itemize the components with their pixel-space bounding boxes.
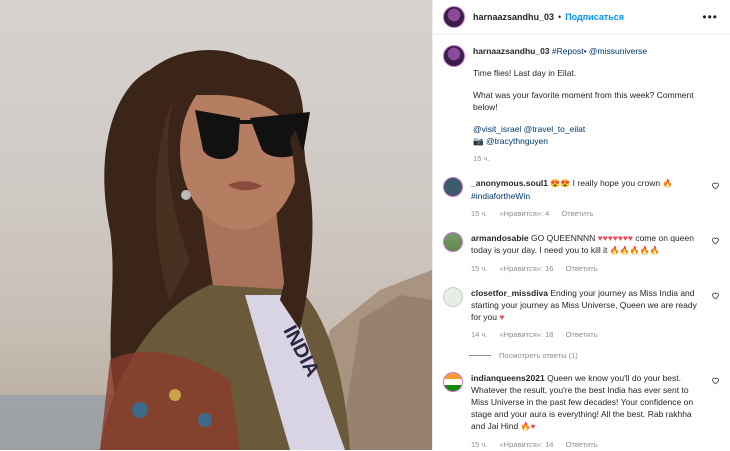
comment-hashtag[interactable]: #indiafortheWin: [471, 191, 530, 201]
commenter-username[interactable]: armandosabie: [471, 233, 529, 243]
caption-tags[interactable]: @visit_israel @travel_to_eilat: [473, 123, 720, 135]
comments-scroll[interactable]: harnaazsandhu_03 #Repost• @missuniverse …: [433, 35, 730, 451]
comment-item: _anonymous.soul1 😍😍 I really hope you cr…: [443, 177, 720, 220]
comment-heart: ♥: [499, 312, 505, 322]
post-side-panel: harnaazsandhu_03 • Подписаться ••• harna…: [432, 0, 730, 450]
follow-button[interactable]: Подписаться: [565, 12, 624, 22]
comment-fire: 🔥🔥🔥🔥🔥: [609, 246, 660, 255]
comment-emoji-end: 🔥: [662, 179, 673, 188]
post-caption: harnaazsandhu_03 #Repost• @missuniverse …: [443, 45, 720, 165]
caption-line1: Time flies! Last day in Eilat.: [473, 68, 577, 78]
caption-time: 15 ч.: [473, 154, 490, 163]
view-replies-button[interactable]: Посмотреть ответы (1): [469, 351, 720, 360]
portrait-illustration: INDIA: [0, 50, 432, 450]
comment-item: indianqueens2021 Queen we know you'll do…: [443, 372, 720, 451]
camera-icon: 📷: [473, 136, 484, 146]
comment-likes[interactable]: «Нравится»: 4: [500, 209, 550, 218]
commenter-avatar[interactable]: [443, 372, 463, 392]
post-header: harnaazsandhu_03 • Подписаться •••: [433, 0, 730, 35]
like-heart-icon[interactable]: [711, 376, 720, 385]
separator-dot: •: [558, 12, 562, 22]
author-avatar[interactable]: [443, 6, 465, 28]
comment-time: 15 ч.: [471, 209, 488, 218]
commenter-username[interactable]: _anonymous.soul1: [471, 178, 548, 188]
photographer-mention[interactable]: @tracythnguyen: [486, 136, 548, 146]
view-replies-line: [469, 355, 491, 356]
comment-item: armandosabie GO QUEENNNN ♥♥♥♥♥♥♥ come on…: [443, 232, 720, 275]
comment-emoji-end: 🔥♥: [520, 422, 536, 431]
commenter-username[interactable]: indianqueens2021: [471, 373, 545, 383]
post-photo: INDIA: [0, 0, 432, 450]
commenter-avatar[interactable]: [443, 232, 463, 252]
author-username[interactable]: harnaazsandhu_03: [473, 12, 554, 22]
comment-time: 15 ч.: [471, 264, 488, 273]
instagram-post-modal: INDIA harnaazsandhu_03 • Подписаться •••…: [0, 0, 730, 450]
comment-text: GO QUEENNNN: [531, 233, 596, 243]
comment-likes[interactable]: «Нравится»: 16: [500, 264, 554, 273]
more-options-icon[interactable]: •••: [702, 10, 718, 24]
reply-button[interactable]: Ответить: [566, 330, 598, 339]
reply-button[interactable]: Ответить: [566, 264, 598, 273]
commenter-avatar[interactable]: [443, 177, 463, 197]
missuniverse-mention[interactable]: @missuniverse: [589, 46, 647, 56]
reply-button[interactable]: Ответить: [566, 440, 598, 449]
like-heart-icon[interactable]: [711, 236, 720, 245]
comment-emoji: 😍😍: [550, 179, 571, 188]
view-replies-label: Посмотреть ответы (1): [499, 351, 578, 360]
caption-avatar[interactable]: [443, 45, 465, 67]
commenter-username[interactable]: closetfor_missdiva: [471, 288, 548, 298]
caption-username[interactable]: harnaazsandhu_03: [473, 46, 550, 56]
reply-button[interactable]: Ответить: [561, 209, 593, 218]
comment-likes[interactable]: «Нравится»: 18: [500, 330, 554, 339]
comment-time: 15 ч.: [471, 440, 488, 449]
comment-item: closetfor_missdiva Ending your journey a…: [443, 287, 720, 341]
caption-line2: What was your favorite moment from this …: [473, 90, 694, 112]
comment-hearts: ♥♥♥♥♥♥♥: [597, 233, 633, 243]
repost-hashtag[interactable]: #Repost•: [552, 46, 587, 56]
like-heart-icon[interactable]: [711, 181, 720, 190]
like-heart-icon[interactable]: [711, 291, 720, 300]
comment-text: I really hope you crown: [572, 178, 661, 188]
comment-time: 14 ч.: [471, 330, 488, 339]
commenter-avatar[interactable]: [443, 287, 463, 307]
comment-likes[interactable]: «Нравится»: 14: [500, 440, 554, 449]
